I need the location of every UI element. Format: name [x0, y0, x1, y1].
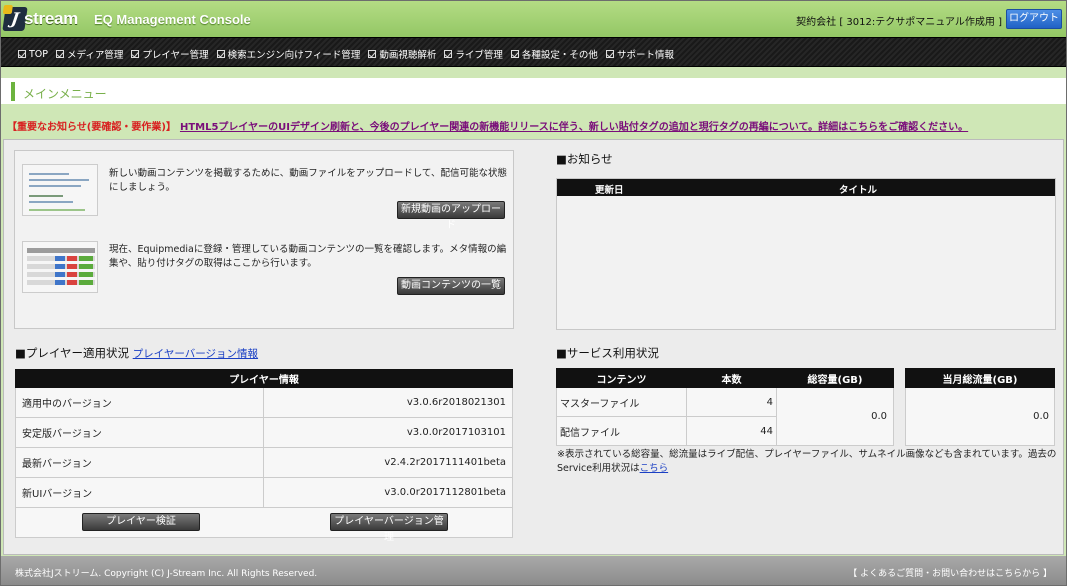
- monthly-traffic-value: 0.0: [905, 387, 1055, 446]
- content-list-description: 現在、Equipmediaに登録・管理している動画コンテンツの一覧を確認します。…: [109, 244, 507, 269]
- nav-item-player[interactable]: プレイヤー管理: [131, 47, 209, 61]
- check-icon: [368, 50, 377, 58]
- table-row: 新UIバージョン v3.0.0r2017112801beta: [15, 477, 513, 508]
- total-size-value: 0.0: [776, 387, 894, 446]
- nav-item-label: TOP: [29, 48, 49, 60]
- logo-text: stream: [24, 9, 78, 28]
- news-table: 更新日 タイトル: [556, 178, 1056, 330]
- check-icon: [444, 50, 453, 58]
- main-content: 新しい動画コンテンツを掲載するために、動画ファイルをアップロードして、配信可能な…: [3, 139, 1064, 555]
- nav-item-label: メディア管理: [67, 50, 124, 61]
- nav-item-label: 検索エンジン向けフィード管理: [227, 50, 361, 61]
- nav-item-top[interactable]: TOP: [18, 47, 48, 61]
- service-usage-table: コンテンツ 本数 総容量(GB) マスターファイル 4 0.0 配信ファイル 4…: [556, 368, 894, 446]
- player-version-info-link[interactable]: プレイヤーバージョン情報: [133, 348, 258, 360]
- player-verify-button[interactable]: プレイヤー検証: [82, 513, 200, 531]
- news-col-date: 更新日: [595, 185, 624, 196]
- service-usage-note: ※表示されている総容量、総流量はライブ配信、プレイヤーファイル、サムネイル画像な…: [557, 448, 1057, 476]
- news-col-title: タイトル: [839, 185, 878, 196]
- page-title-bar: メインメニュー: [1, 78, 1066, 104]
- service-note-text: ※表示されている総容量、総流量はライブ配信、プレイヤーファイル、サムネイル画像な…: [557, 449, 1057, 474]
- header: J stream EQ Management Console 契約会社 [ 30…: [1, 1, 1066, 37]
- delivery-file-count: 44: [686, 416, 777, 446]
- upload-thumbnail: [22, 164, 98, 216]
- table-row: 最新バージョン v2.4.2r2017111401beta: [15, 447, 513, 478]
- service-usage-title: ■サービス利用状況: [556, 346, 659, 360]
- col-content: コンテンツ: [556, 368, 687, 388]
- account-info: 契約会社 [ 3012:テクサポマニュアル作成用 ]: [796, 17, 1002, 28]
- upload-button[interactable]: 新規動画のアップロード: [397, 201, 505, 231]
- quick-actions-panel: 新しい動画コンテンツを掲載するために、動画ファイルをアップロードして、配信可能な…: [14, 150, 514, 329]
- check-icon: [56, 50, 65, 58]
- title-accent: [11, 82, 15, 101]
- row-label: 新UIバージョン: [15, 477, 264, 508]
- notice-link[interactable]: HTML5プレイヤーのUIデザイン刷新と、今後のプレイヤー関連の新機能リリースに…: [180, 122, 968, 133]
- upload-description: 新しい動画コンテンツを掲載するために、動画ファイルをアップロードして、配信可能な…: [109, 168, 507, 193]
- row-value: v3.0.6r2018021301: [263, 387, 513, 418]
- service-history-link[interactable]: こちら: [640, 463, 669, 474]
- row-label: 適用中のバージョン: [15, 387, 264, 418]
- nav-item-settings[interactable]: 各種設定・その他: [510, 47, 598, 61]
- nav-item-label: 動画視聴解析: [379, 50, 437, 61]
- nav-item-label: 各種設定・その他: [521, 50, 598, 61]
- app-page: J stream EQ Management Console 契約会社 [ 30…: [0, 0, 1067, 586]
- player-info-table: プレイヤー情報 適用中のバージョン v3.0.6r2018021301 安定版バー…: [15, 369, 513, 543]
- page-title: メインメニュー: [23, 87, 107, 101]
- important-notice: 【重要なお知らせ(要確認・要作業)】 HTML5プレイヤーのUIデザイン刷新と、今…: [7, 118, 968, 133]
- nav-item-live[interactable]: ライブ管理: [444, 47, 503, 61]
- nav-item-label: サポート情報: [616, 50, 674, 61]
- content-list-button[interactable]: 動画コンテンツの一覧: [397, 277, 505, 295]
- content-list-thumbnail: [22, 241, 98, 293]
- row-label: 安定版バージョン: [15, 417, 264, 448]
- check-icon: [216, 50, 225, 58]
- global-nav: TOP メディア管理 プレイヤー管理 検索エンジン向けフィード管理 動画視聴解析…: [1, 37, 1066, 67]
- notice-label: 【重要なお知らせ(要確認・要作業)】: [7, 122, 176, 133]
- player-status-title: ■プレイヤー適用状況 プレイヤーバージョン情報: [15, 345, 258, 361]
- check-icon: [18, 50, 26, 58]
- nav-item-support[interactable]: サポート情報: [605, 47, 674, 61]
- table-row: プレイヤー検証 プレイヤーバージョン管理: [15, 507, 513, 543]
- nav-item-label: プレイヤー管理: [142, 50, 209, 61]
- jstream-logo[interactable]: J stream: [2, 7, 84, 31]
- master-file-label: マスターファイル: [556, 387, 687, 417]
- row-value: v2.4.2r2017111401beta: [263, 447, 513, 478]
- player-status-heading: ■プレイヤー適用状況: [15, 346, 130, 360]
- check-icon: [605, 50, 614, 58]
- master-file-count: 4: [686, 387, 777, 417]
- app-title: EQ Management Console: [94, 12, 251, 27]
- footer: 株式会社Jストリーム. Copyright (C) J-Stream Inc. …: [1, 556, 1066, 585]
- news-table-header: 更新日 タイトル: [557, 179, 1055, 196]
- check-icon: [131, 50, 140, 58]
- col-count: 本数: [686, 368, 777, 388]
- col-monthly-traffic: 当月総流量(GB): [905, 368, 1055, 388]
- logout-button[interactable]: ログアウト: [1006, 9, 1062, 29]
- news-title: ■お知らせ: [556, 152, 613, 166]
- nav-item-analytics[interactable]: 動画視聴解析: [368, 47, 436, 61]
- player-buttons-cell: プレイヤー検証 プレイヤーバージョン管理: [15, 507, 513, 543]
- player-version-manage-button[interactable]: プレイヤーバージョン管理: [330, 513, 448, 543]
- col-total-size: 総容量(GB): [776, 368, 894, 388]
- table-row: マスターファイル 4 0.0: [556, 387, 894, 446]
- nav-item-label: ライブ管理: [455, 50, 503, 61]
- player-info-header: プレイヤー情報: [15, 369, 513, 388]
- delivery-file-label: 配信ファイル: [556, 416, 687, 446]
- row-value: v3.0.0r2017103101: [263, 417, 513, 448]
- table-row: 0.0: [905, 387, 1055, 446]
- copyright: 株式会社Jストリーム. Copyright (C) J-Stream Inc. …: [15, 569, 318, 579]
- traffic-table: 当月総流量(GB) 0.0: [905, 368, 1055, 446]
- row-label: 最新バージョン: [15, 447, 264, 478]
- check-icon: [510, 50, 519, 58]
- nav-item-feed[interactable]: 検索エンジン向けフィード管理: [216, 47, 361, 61]
- table-row: 安定版バージョン v3.0.0r2017103101: [15, 417, 513, 448]
- table-row: 適用中のバージョン v3.0.6r2018021301: [15, 387, 513, 418]
- row-value: v3.0.0r2017112801beta: [263, 477, 513, 508]
- faq-link[interactable]: 【 よくあるご質問・お問い合わせはこちらから 】: [848, 566, 1052, 579]
- nav-item-media[interactable]: メディア管理: [56, 47, 123, 61]
